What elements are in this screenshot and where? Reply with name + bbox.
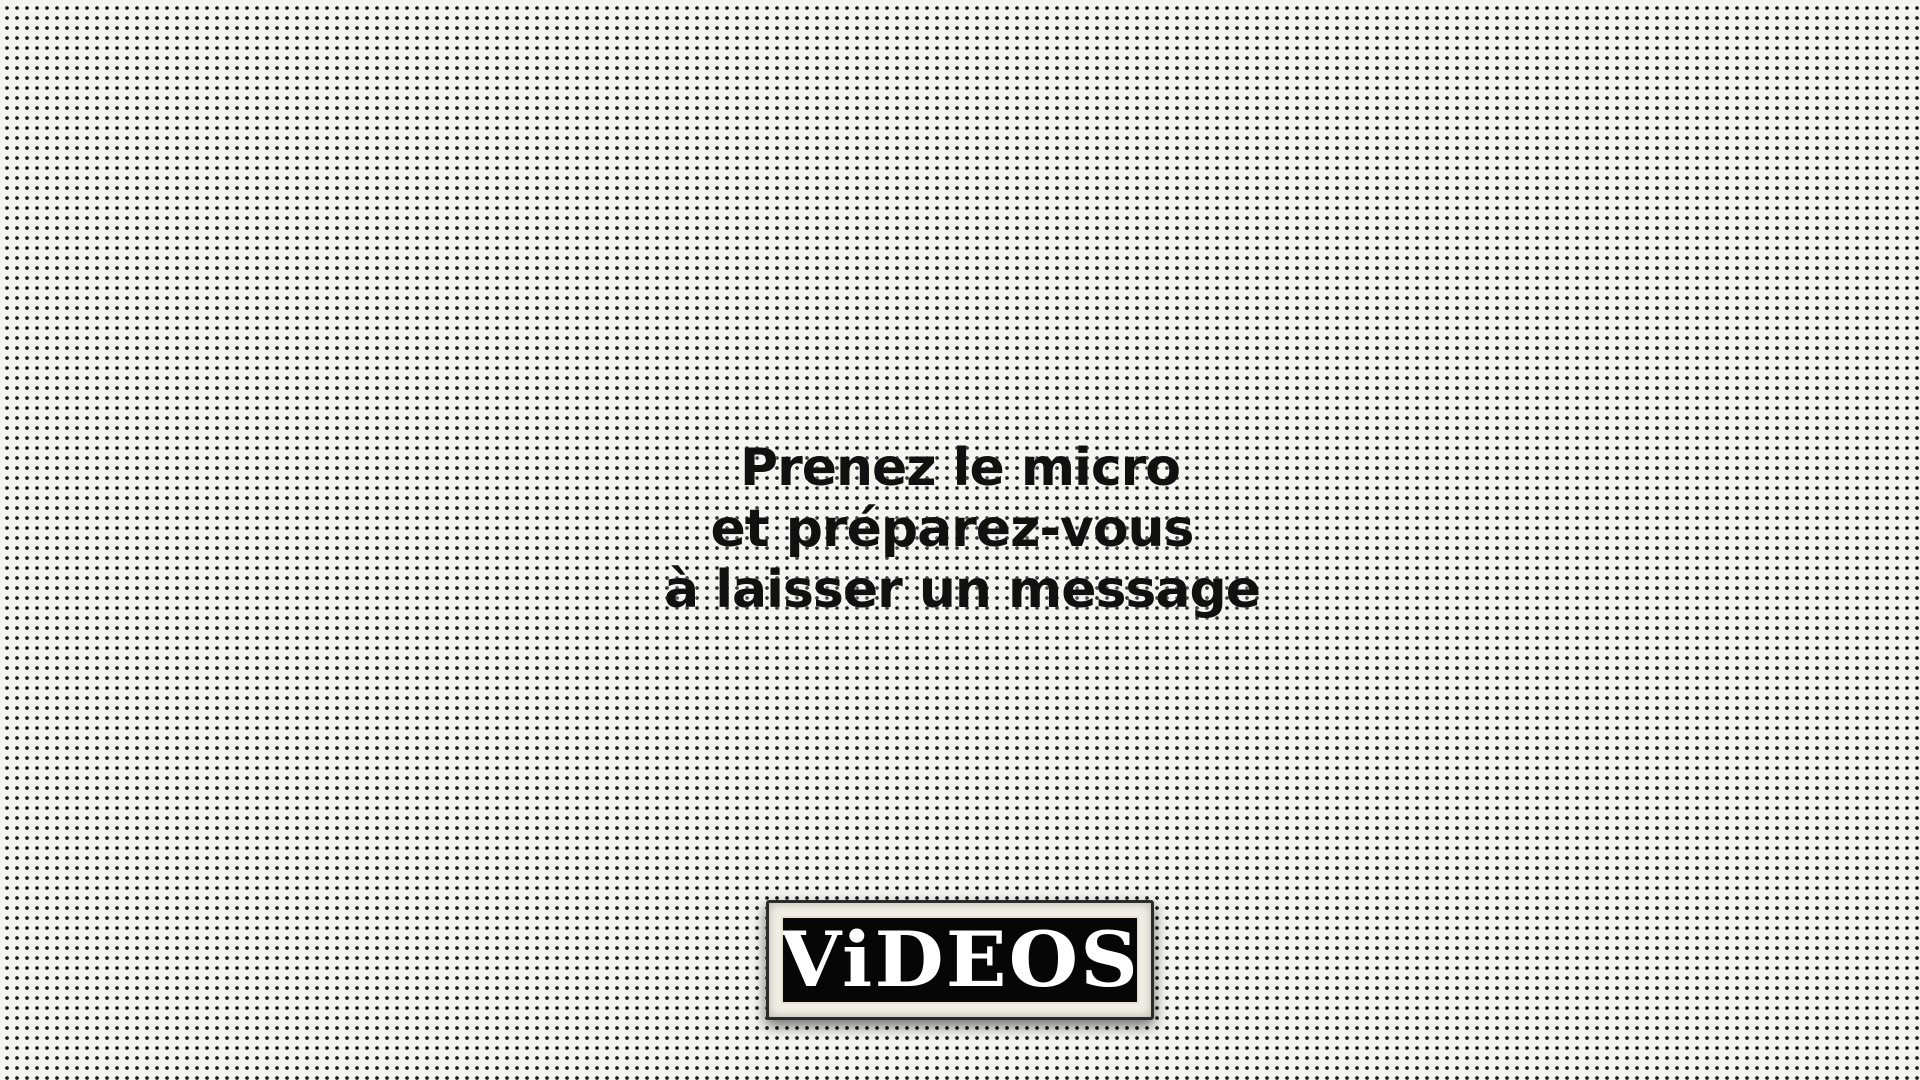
instruction-line-2: et préparez-vous: [710, 499, 1194, 559]
instruction-line-3: à laisser un message: [664, 560, 1261, 620]
page: { "message": { "line1": "Prenez le micro…: [0, 0, 1920, 1080]
instruction-line-1: Prenez le micro: [739, 438, 1181, 498]
videos-button-label: ViDEOS: [781, 916, 1139, 1004]
videos-button[interactable]: ViDEOS: [766, 900, 1154, 1020]
videos-button-face: ViDEOS: [781, 916, 1139, 1004]
instruction-message: Prenez le micro et préparez-vous à laiss…: [0, 438, 1920, 621]
